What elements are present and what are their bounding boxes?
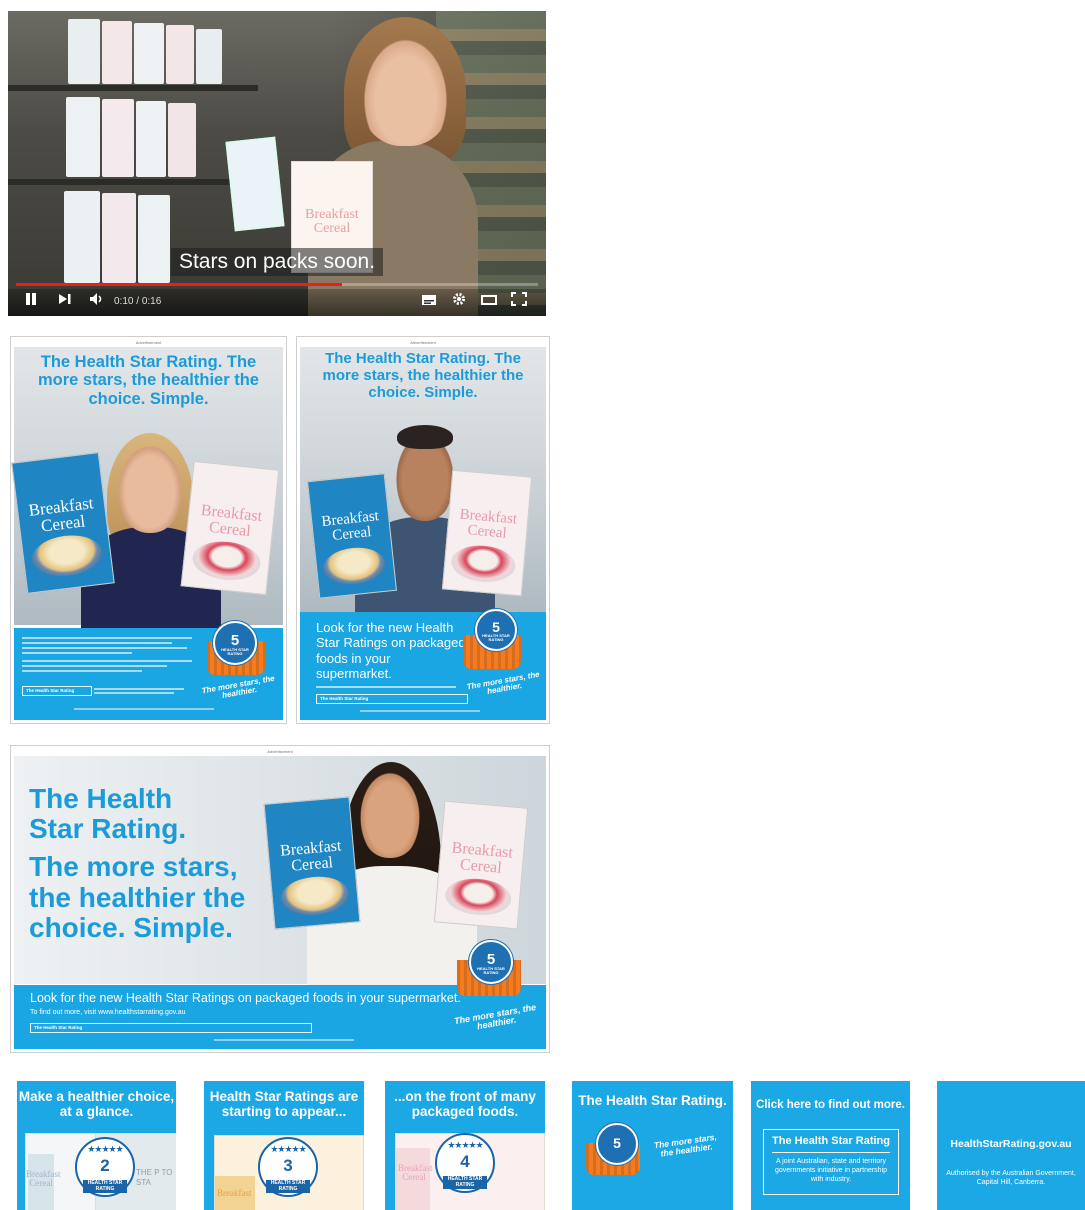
health-star-rating-icon: ★★★★★ 4 HEALTH STAR RATING [435, 1133, 495, 1193]
cereal-bowl [449, 543, 517, 585]
shelf-box [68, 19, 100, 84]
cereal-box-title: Breakfast Cereal [305, 207, 359, 236]
cereal-box-blue: Breakfast Cereal [307, 473, 397, 599]
cereal-box-title: Breakfast Cereal [450, 839, 514, 877]
banner-3[interactable]: ...on the front of many packaged foods. … [385, 1081, 545, 1210]
cereal-box-pink: Breakfast Cereal [180, 460, 280, 596]
health-star-badge: 5 HEALTH STAR RATING [469, 940, 513, 984]
gear-icon[interactable] [448, 291, 470, 313]
cereal-bowl [321, 544, 387, 588]
cereal-box-pink: Breakfast Cereal [441, 469, 533, 597]
cereal-bowl [29, 531, 105, 580]
pause-icon[interactable] [20, 291, 42, 313]
health-star-badge: 5 HEALTH STAR RATING [475, 609, 517, 651]
poster-sub-text: To find out more, visit www.healthstarra… [30, 1009, 186, 1016]
poster-headline: The Health Star Rating. The more stars, … [38, 353, 259, 408]
cereal-box-blue: Breakfast Cereal [263, 796, 361, 930]
banner-2[interactable]: Health Star Ratings are starting to appe… [204, 1081, 364, 1210]
ad-label: Advertisement [267, 749, 293, 754]
health-star-rating-icon: ★★★★★ 2 HEALTH STAR RATING [75, 1137, 135, 1197]
fullscreen-icon[interactable] [508, 291, 530, 313]
banner-url: HealthStarRating.gov.au [950, 1138, 1072, 1150]
model-hair [397, 425, 453, 449]
shelf-box [136, 101, 166, 177]
cereal-box-blue [225, 136, 285, 232]
banner-authorisation: Authorised by the Australian Government,… [946, 1170, 1076, 1187]
headline-line: Star Rating. [29, 813, 187, 845]
shelf-box [196, 29, 222, 84]
headline-line: choice. Simple. [29, 911, 233, 943]
theater-icon[interactable] [478, 291, 500, 313]
cereal-box-title: Breakfast Cereal [27, 493, 95, 536]
model-face [357, 768, 423, 858]
health-star-badge: 5 HEALTH STAR RATING [213, 621, 257, 665]
info-box-body: A joint Australian, state and territory … [774, 1158, 888, 1184]
banner-text: The Health Star Rating. [578, 1093, 727, 1108]
volume-icon[interactable] [86, 291, 108, 313]
body-copy [22, 634, 202, 675]
progress-played [16, 283, 343, 286]
cereal-box-title: Breakfast Cereal [200, 501, 263, 541]
shelf-edge [8, 179, 258, 185]
shelf-box [102, 21, 132, 84]
shelf-box [168, 103, 196, 177]
poster-portrait-woman: Advertisement The Health Star Rating. Th… [10, 336, 287, 724]
video-player[interactable]: Breakfast Cereal Stars on packs soon. 0:… [8, 11, 546, 316]
banner-6[interactable]: HealthStarRating.gov.au Authorised by th… [937, 1081, 1085, 1210]
caption-text: Stars on packs soon. [170, 248, 384, 276]
banner-5[interactable]: Click here to find out more. The Health … [751, 1081, 910, 1210]
info-box[interactable]: The Health Star Rating A joint Australia… [763, 1129, 899, 1195]
poster-landscape: Advertisement The Health Star Rating. Th… [10, 745, 550, 1053]
poster-footer-button: The Health Star Rating [30, 1023, 312, 1033]
player-controls: 0:10 / 0:16 [8, 289, 546, 316]
banner-text: Make a healthier choice, at a glance. [18, 1089, 175, 1119]
model-face [115, 441, 185, 533]
health-star-badge: 5 [596, 1123, 638, 1165]
cereal-box-title: Breakfast Cereal [320, 508, 380, 545]
headline-line: The Health [29, 783, 173, 814]
current-time: 0:10 [114, 296, 134, 307]
video-caption: Stars on packs soon. [8, 248, 546, 276]
cereal-box-blue: Breakfast Cereal [11, 452, 115, 594]
poster-body-text: Look for the new Health Star Ratings on … [316, 620, 466, 681]
ad-label: Advertisement [410, 340, 436, 345]
shelf-box [134, 23, 164, 84]
poster-footer-button: The Health Star Rating [22, 686, 92, 696]
banner-text: Health Star Ratings are starting to appe… [209, 1089, 359, 1119]
banner-4[interactable]: The Health Star Rating. 5 The more stars… [572, 1081, 733, 1210]
slogan: The more stars, the healthier. [653, 1131, 718, 1159]
banner-1[interactable]: Make a healthier choice, at a glance. Br… [17, 1081, 176, 1210]
duration: 0:16 [141, 296, 162, 307]
ad-label: Advertisement [135, 340, 162, 345]
time-display: 0:10 / 0:16 [114, 291, 161, 313]
cereal-box-pink: Breakfast Cereal [433, 800, 529, 930]
headline-line: the healthier the [29, 881, 246, 913]
shelf-box [102, 99, 134, 177]
progress-bar[interactable] [16, 283, 538, 286]
shelf-box [166, 25, 194, 84]
headline-line: The more stars, [29, 851, 238, 883]
health-star-rating-icon: ★★★★★ 3 HEALTH STAR RATING [258, 1137, 318, 1197]
poster-body-text: Look for the new Health Star Ratings on … [30, 991, 461, 1005]
presenter-face [358, 31, 453, 146]
poster-footer-button: The Health Star Rating [316, 694, 468, 704]
cereal-box-title: Breakfast Cereal [459, 506, 518, 542]
cereal-bowl [443, 876, 513, 918]
info-box-title: The Health Star Rating [772, 1135, 890, 1147]
shelf-box [66, 97, 100, 177]
banner-text: ...on the front of many packaged foods. [394, 1089, 536, 1119]
shelf-edge [8, 85, 258, 91]
cereal-bowl [279, 873, 351, 918]
cereal-bowl [190, 538, 263, 584]
time-separator: / [133, 296, 142, 307]
subtitles-icon[interactable] [418, 291, 440, 313]
next-icon[interactable] [54, 291, 76, 313]
banner-text: Click here to find out more. [756, 1099, 905, 1111]
poster-headline: The Health Star Rating. The more stars, … [322, 350, 524, 401]
poster-portrait-man: Advertisement The Health Star Rating. Th… [296, 336, 550, 724]
cereal-box-title: Breakfast Cereal [279, 837, 343, 875]
poster-headline: The Health Star Rating. The more stars, … [29, 783, 246, 943]
